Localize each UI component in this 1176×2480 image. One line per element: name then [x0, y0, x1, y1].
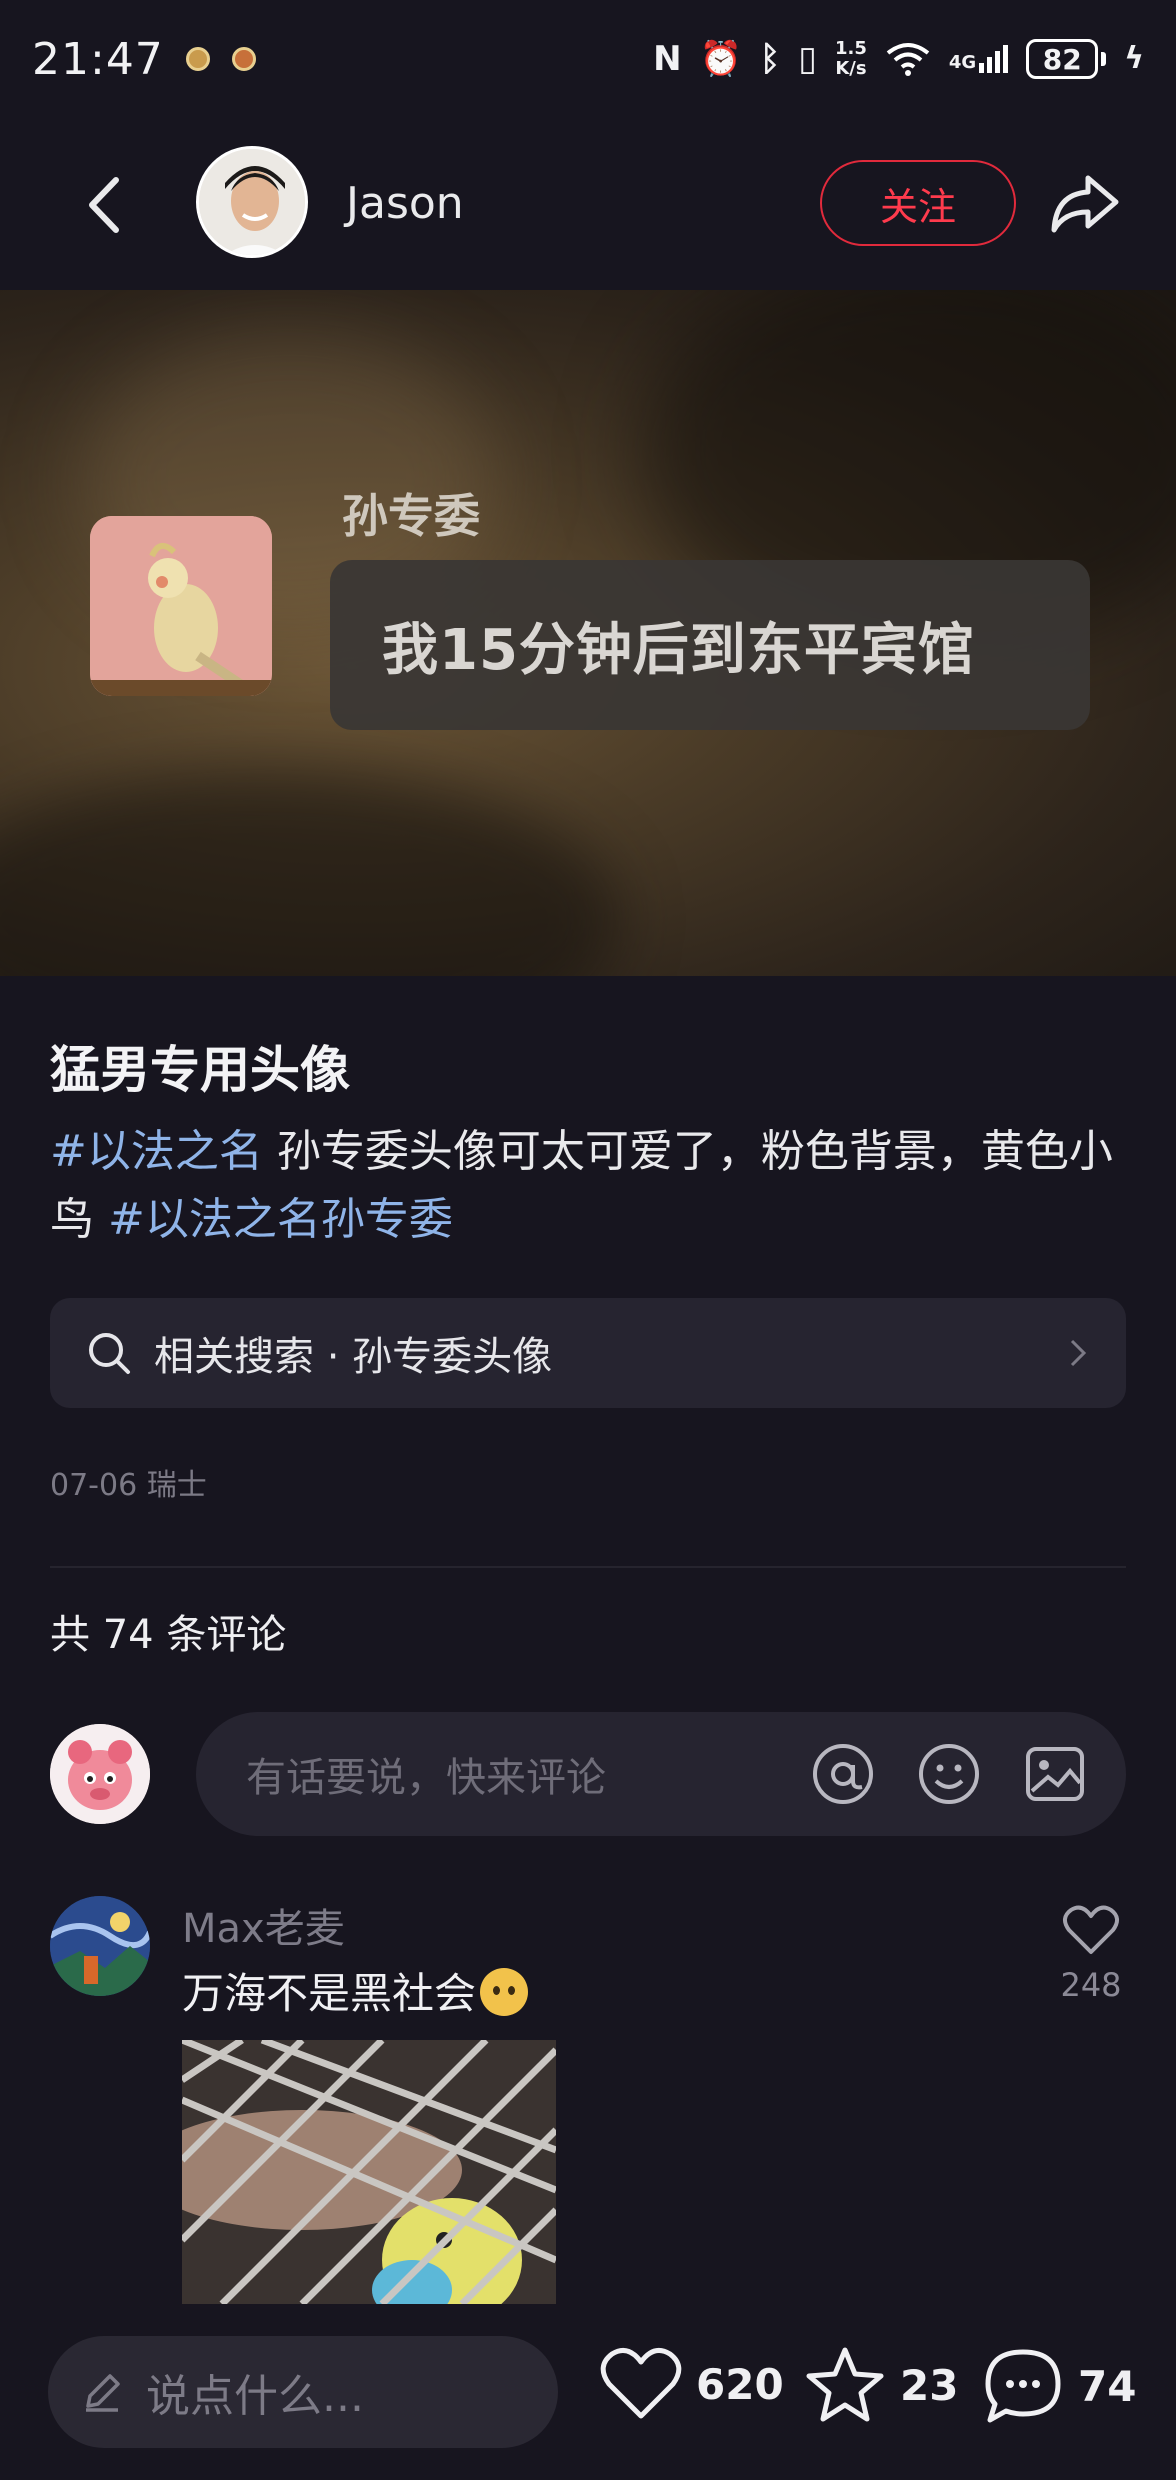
my-avatar — [50, 1724, 150, 1824]
chat-sender-name: 孙专委 — [342, 489, 480, 543]
comment-text-content: 万海不是黑社会 — [182, 1969, 477, 2018]
quick-comment-placeholder: 说点什么... — [146, 2371, 364, 2422]
battery-indicator: 82 — [1026, 39, 1107, 79]
related-search-label: 相关搜索 · 孙专委头像 — [154, 1334, 553, 1380]
notification-icon — [231, 47, 256, 71]
post-date-location: 07-06 瑞士 — [50, 1468, 207, 1503]
hashtag-link[interactable]: #以法之名 — [50, 1126, 263, 1177]
battery-level: 82 — [1026, 39, 1099, 79]
emoji-sticker-icon — [480, 1968, 529, 2016]
back-icon[interactable] — [78, 170, 134, 240]
post-description: #以法之名 孙专委头像可太可爱了，粉色背景，黄色小鸟 #以法之名孙专委 — [50, 1118, 1130, 1254]
comment-count: 74 — [1078, 2361, 1137, 2411]
star-icon — [806, 2347, 884, 2422]
vibrate-icon: ▯ — [798, 39, 817, 79]
status-left: 21:47 — [32, 34, 256, 85]
author-avatar[interactable] — [196, 146, 308, 258]
collect-count: 23 — [900, 2360, 959, 2410]
comment-input[interactable]: 有话要说，快来评论 — [196, 1712, 1126, 1836]
image-icon[interactable] — [1020, 1739, 1090, 1809]
post-title: 猛男专用头像 — [50, 1041, 350, 1099]
charging-icon: ϟ — [1124, 41, 1144, 76]
network-speed: 1.5 K/s — [835, 39, 867, 79]
author-name[interactable]: Jason — [346, 178, 464, 229]
hashtag-link[interactable]: #以法之名孙专委 — [108, 1194, 453, 1245]
clock: 21:47 — [32, 33, 164, 85]
quick-comment-input[interactable]: 说点什么... — [48, 2336, 558, 2448]
status-bar: 21:47 N ⏰ ᛒ ▯ 1.5 K/s 4G 82 ϟ — [0, 0, 1176, 118]
pencil-icon — [86, 2374, 120, 2412]
divider — [50, 1566, 1126, 1568]
network-speed-unit: K/s — [835, 58, 867, 79]
comment-image[interactable] — [182, 2040, 556, 2304]
chat-bubble: 我15分钟后到东平宾馆 — [330, 560, 1090, 730]
commenter-name[interactable]: Max老麦 — [182, 1896, 345, 1954]
alarm-icon: ⏰ — [699, 39, 742, 79]
mention-icon[interactable] — [808, 1739, 878, 1809]
commenter-avatar[interactable] — [50, 1896, 150, 1996]
heart-icon — [600, 2347, 682, 2419]
comment-like-count: 248 — [1060, 1966, 1122, 2004]
author-avatar-image — [199, 149, 305, 255]
comment-button[interactable]: 74 — [982, 2346, 1136, 2426]
search-icon — [89, 1333, 130, 1374]
network-speed-value: 1.5 — [835, 38, 867, 59]
post-image[interactable]: 孙专委 我15分钟后到东平宾馆 — [0, 290, 1176, 976]
comments-count: 共 74 条评论 — [50, 1612, 287, 1658]
wifi-icon — [886, 43, 930, 76]
comment-input-placeholder: 有话要说，快来评论 — [246, 1755, 606, 1801]
bluetooth-icon: ᛒ — [759, 39, 781, 79]
collect-button[interactable]: 23 — [804, 2346, 958, 2424]
heart-icon — [1063, 1905, 1119, 1954]
comment-bubble-icon — [985, 2349, 1061, 2423]
bottom-action-bar: 说点什么... 620 23 74 — [0, 2304, 1176, 2480]
comment-like-button[interactable]: 248 — [1056, 1904, 1126, 2004]
post-header: Jason 关注 — [0, 118, 1176, 290]
signal-type: 4G — [948, 52, 977, 73]
like-button[interactable]: 620 — [600, 2346, 784, 2422]
like-count: 620 — [696, 2359, 784, 2409]
share-icon[interactable] — [1048, 168, 1122, 238]
notification-icon — [185, 47, 210, 71]
comment-text: 万海不是黑社会 — [182, 1960, 529, 2021]
follow-button[interactable]: 关注 — [820, 160, 1016, 246]
status-right: N ⏰ ᛒ ▯ 1.5 K/s 4G 82 ϟ — [653, 39, 1144, 79]
bird-avatar-image — [90, 516, 272, 696]
related-search-bar[interactable]: 相关搜索 · 孙专委头像 — [50, 1298, 1126, 1408]
chevron-right-icon — [1070, 1339, 1087, 1367]
cell-signal-icon: 4G — [948, 45, 1009, 73]
emoji-icon[interactable] — [914, 1739, 984, 1809]
nfc-icon: N — [653, 39, 682, 79]
